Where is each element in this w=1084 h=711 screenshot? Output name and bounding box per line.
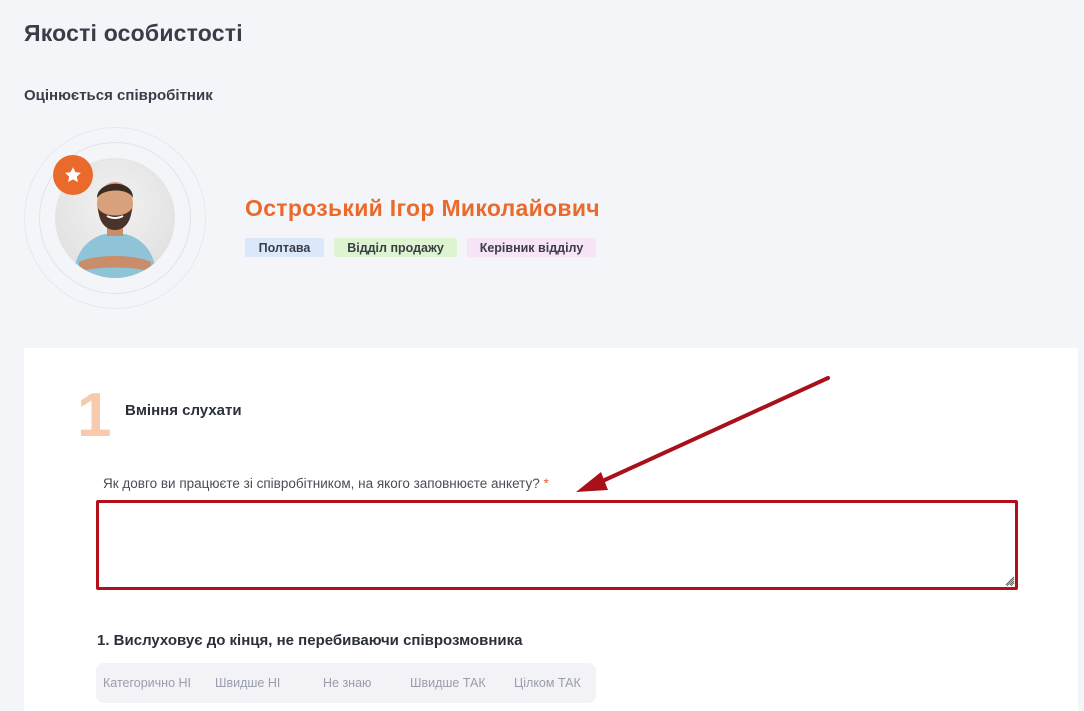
scale-option-2[interactable]: Швидше НІ bbox=[215, 676, 280, 690]
star-icon bbox=[65, 167, 81, 183]
avatar-frame bbox=[24, 127, 206, 309]
employee-name: Острозький Ігор Миколайович bbox=[245, 195, 600, 221]
star-badge bbox=[53, 155, 93, 195]
scale-option-3[interactable]: Не знаю bbox=[323, 676, 371, 690]
criterion-title: 1. Вислуховує до кінця, не перебиваючи с… bbox=[97, 632, 523, 649]
page-title: Якості особистості bbox=[24, 20, 243, 46]
rating-scale: Категорично НІ Швидше НІ Не знаю Швидше … bbox=[96, 663, 596, 703]
block-title: Вміння слухати bbox=[125, 402, 242, 419]
scale-option-1[interactable]: Категорично НІ bbox=[103, 676, 191, 690]
scale-option-4[interactable]: Швидше ТАК bbox=[410, 676, 486, 690]
question-text: Як довго ви працюєте зі співробітником, … bbox=[103, 476, 540, 491]
question-label: Як довго ви працюєте зі співробітником, … bbox=[103, 476, 549, 491]
role-tag: Керівник відділу bbox=[467, 238, 596, 257]
scale-option-5[interactable]: Цілком ТАК bbox=[514, 676, 581, 690]
resize-handle-icon[interactable] bbox=[1005, 576, 1015, 586]
department-tag: Відділ продажу bbox=[334, 238, 457, 257]
city-tag: Полтава bbox=[245, 238, 324, 257]
evaluated-employee-label: Оцінюється співробітник bbox=[24, 87, 213, 104]
answer-textarea[interactable] bbox=[96, 500, 1018, 590]
required-marker: * bbox=[543, 476, 549, 491]
block-number: 1 bbox=[77, 381, 112, 450]
